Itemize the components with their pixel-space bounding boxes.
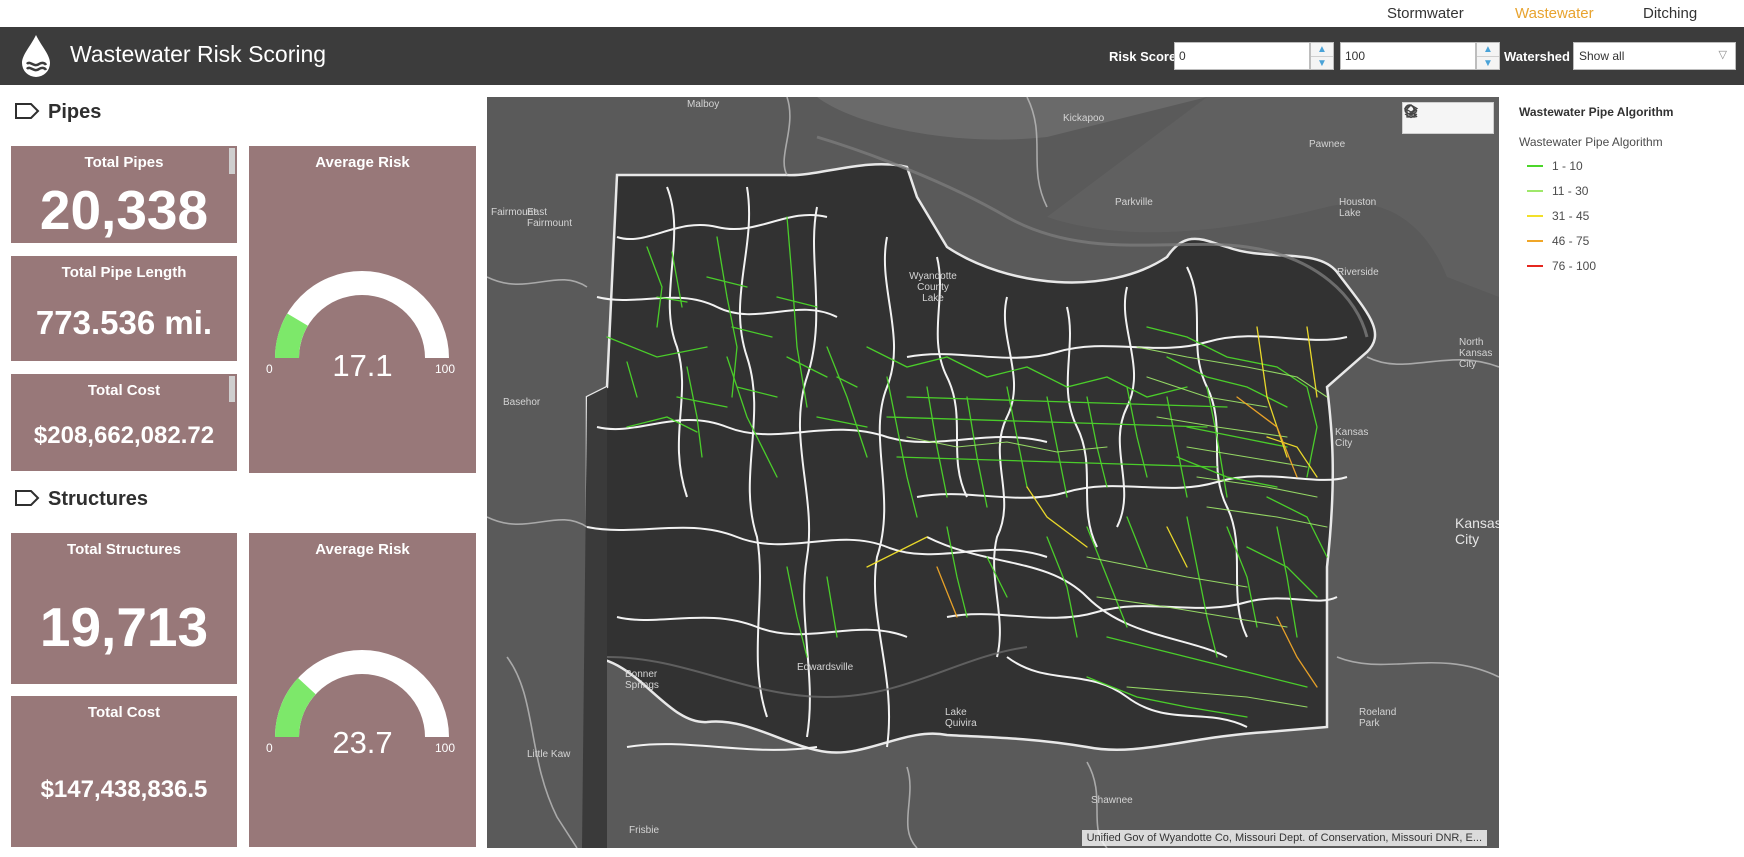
total-pipes-label: Total Pipes: [84, 154, 164, 171]
map-place-label: Houston Lake: [1339, 197, 1377, 219]
legend-item: 31 - 45: [1519, 203, 1729, 228]
app-title: Wastewater Risk Scoring: [70, 41, 327, 67]
legend-title: Wastewater Pipe Algorithm: [1519, 105, 1674, 119]
map-place-label: North Kansas City: [1459, 337, 1493, 370]
map-place-label: Kickapoo: [1063, 113, 1105, 124]
gauge-max-label: 100: [435, 741, 456, 755]
map-place-label: Lake Quivira: [945, 707, 977, 729]
total-pipes-card: Total Pipes 20,338: [11, 146, 237, 243]
legend-item: 1 - 10: [1519, 153, 1729, 178]
structures-average-risk-card: Average Risk 23.7 0 100: [249, 533, 476, 847]
legend-item: 46 - 75: [1519, 228, 1729, 253]
tag-icon: [15, 490, 40, 507]
map-place-label: Parkville: [1115, 197, 1153, 208]
map-place-label: Malboy: [687, 99, 720, 110]
chevron-up-icon[interactable]: ▲: [1311, 43, 1333, 57]
nav-ditching[interactable]: Ditching: [1643, 5, 1697, 22]
structures-section-title: Structures: [48, 488, 149, 510]
map-place-label: Edwardsville: [797, 662, 854, 673]
pipes-cost-label: Total Cost: [87, 382, 161, 399]
risk-max-spinner[interactable]: ▲ ▼: [1476, 42, 1500, 70]
map-toolbar: [1402, 102, 1494, 134]
pipes-section-title: Pipes: [48, 101, 102, 123]
legend-swatch: [1527, 215, 1543, 217]
pipes-average-risk-card: Average Risk 17.1 0 100: [249, 146, 476, 473]
chevron-up-icon[interactable]: ▲: [1477, 43, 1499, 57]
structures-section-header: Structures: [14, 488, 148, 511]
legend-label: 76 - 100: [1552, 259, 1597, 273]
map-place-label: Frisbie: [629, 825, 660, 836]
risk-score-label: Risk Score: [1109, 49, 1177, 64]
map-place-label: Kansas City: [1335, 427, 1369, 449]
map-place-label: Riverside: [1337, 267, 1379, 278]
structures-cost-label: Total Cost: [87, 704, 161, 721]
map-place-label: Little Kaw: [527, 749, 571, 760]
chevron-down-icon[interactable]: ▼: [1477, 57, 1499, 70]
pipe-length-label: Total Pipe Length: [61, 264, 187, 281]
map-place-label: Kansas City: [1455, 515, 1499, 547]
structures-cost-value: $147,438,836.5: [40, 776, 208, 803]
tag-icon: [15, 103, 40, 120]
map-legend: Wastewater Pipe Algorithm Wastewater Pip…: [1519, 105, 1729, 278]
map-attribution[interactable]: Unified Gov of Wyandotte Co, Missouri De…: [1081, 830, 1487, 846]
chevron-down-icon[interactable]: ▼: [1311, 57, 1333, 70]
gauge-min-label: 0: [266, 362, 273, 376]
gauge-min-label: 0: [266, 741, 273, 755]
legend-swatch: [1527, 190, 1543, 192]
legend-item: 76 - 100: [1519, 253, 1729, 278]
top-navigation: Stormwater Wastewater Ditching: [0, 0, 1744, 27]
chevron-down-icon: ▽: [1718, 49, 1727, 61]
nav-wastewater[interactable]: Wastewater: [1515, 5, 1594, 22]
water-drop-logo: [18, 33, 54, 79]
map-place-label: Bonner Springs: [625, 669, 659, 691]
legend-label: 11 - 30: [1552, 184, 1589, 198]
layers-icon[interactable]: [1403, 103, 1493, 133]
pipes-section-header: Pipes: [14, 101, 101, 124]
map-place-label: Shawnee: [1091, 795, 1133, 806]
total-structures-value: 19,713: [39, 596, 209, 658]
pipes-cost-card: Total Cost $208,662,082.72: [11, 374, 237, 471]
nav-stormwater[interactable]: Stormwater: [1387, 5, 1464, 22]
legend-layer-name: Wastewater Pipe Algorithm: [1519, 135, 1663, 149]
legend-swatch: [1527, 240, 1543, 242]
app-header: Wastewater Risk Scoring Risk Score 0 ▲ ▼…: [0, 27, 1744, 85]
total-structures-card: Total Structures 19,713: [11, 533, 237, 684]
legend-item: 11 - 30: [1519, 178, 1729, 203]
total-structures-label: Total Structures: [67, 541, 181, 558]
legend-label: 1 - 10: [1552, 159, 1583, 173]
home-icon[interactable]: [1404, 103, 1463, 133]
pipe-length-value: 773.536 mi.: [35, 304, 213, 341]
total-pipes-value: 20,338: [39, 179, 209, 241]
map-place-label: East Fairmount: [527, 207, 573, 229]
legend-label: 31 - 45: [1552, 209, 1590, 223]
structures-cost-card: Total Cost $147,438,836.5: [11, 696, 237, 847]
map-view[interactable]: Malboy Kickapoo Pawnee Fairmount East Fa…: [487, 97, 1499, 848]
watershed-label: Watershed: [1504, 49, 1570, 64]
structures-risk-gauge: [275, 650, 449, 737]
map-place-label: Pawnee: [1309, 139, 1346, 150]
risk-min-input[interactable]: 0: [1174, 42, 1310, 70]
risk-min-spinner[interactable]: ▲ ▼: [1310, 42, 1334, 70]
legend-swatch: [1527, 265, 1543, 267]
legend-label: 46 - 75: [1552, 234, 1590, 248]
pipe-length-card: Total Pipe Length 773.536 mi.: [11, 256, 237, 361]
pipes-cost-value: $208,662,082.72: [33, 422, 215, 449]
map-place-label: Basehor: [503, 397, 541, 408]
pipes-risk-gauge: [275, 271, 449, 358]
gauge-max-label: 100: [435, 362, 456, 376]
legend-swatch: [1527, 165, 1543, 167]
map-place-label: Roeland Park: [1359, 707, 1397, 729]
watershed-value: Show all: [1579, 49, 1625, 63]
gauge-track: [275, 271, 449, 358]
risk-max-input[interactable]: 100: [1340, 42, 1476, 70]
watershed-select[interactable]: Show all ▽: [1573, 42, 1736, 70]
map-place-label: Wyandotte County Lake: [909, 271, 957, 304]
